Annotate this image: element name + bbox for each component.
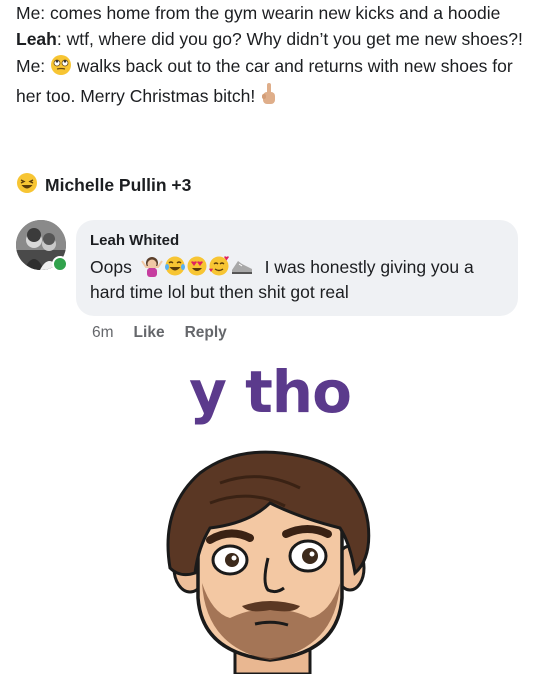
like-button[interactable]: Like [134,324,165,342]
heart-eyes-emoji-icon [187,256,207,276]
laughing-emoji-icon [16,172,38,199]
middle-finger-emoji-icon [260,82,278,112]
eye-roll-emoji-icon [50,54,72,82]
post-line-3: Me: walks back out to the car and return… [16,54,526,112]
sneaker-emoji-icon [231,261,252,274]
online-status-dot [52,256,68,272]
comment: Leah Whited Oops I was honestly giving y… [16,220,531,365]
comment-text-before: Oops [90,257,132,277]
bitmoji-sticker [150,448,390,674]
commenter-name[interactable]: Leah Whited [90,230,504,252]
comment-actions: 6m Like Reply [92,324,227,342]
commenter-avatar[interactable] [16,220,68,272]
reactions-row[interactable]: Michelle Pullin +3 [16,172,191,199]
post-speaker-leah: Leah [16,29,57,49]
comment-emoji-group [140,255,254,277]
tears-of-joy-emoji-icon [164,256,185,276]
comment-timestamp: 6m [92,324,114,341]
comment-bubble: Leah Whited Oops I was honestly giving y… [76,220,518,316]
sticker-caption: y tho [189,358,352,426]
post-line-2-text: : wtf, where did you go? Why didn’t you … [56,29,523,49]
post-line-1: Me: comes home from the gym wearin new k… [16,3,501,23]
post-line-2: Leah: wtf, where did you go? Why didn’t … [16,28,526,51]
comment-text: Oops I was honestly giving you a hard ti… [90,255,504,305]
woman-shrugging-emoji-icon [140,257,163,277]
reactions-text[interactable]: Michelle Pullin +3 [45,175,191,196]
reply-button[interactable]: Reply [185,324,227,342]
post-body: Me: comes home from the gym wearin new k… [16,2,526,115]
smiling-with-hearts-emoji-icon [208,256,229,276]
post-line-3-prefix: Me: [16,56,46,76]
